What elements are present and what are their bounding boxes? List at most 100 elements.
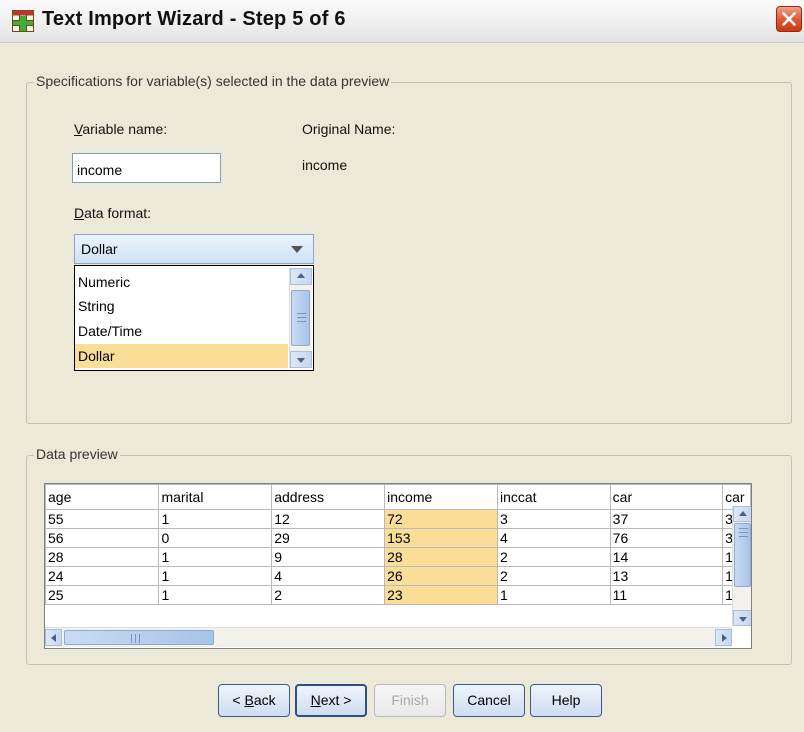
- table-cell[interactable]: 4: [496, 528, 611, 548]
- preview-horizontal-scrollbar[interactable]: [45, 627, 732, 647]
- scroll-up-button[interactable]: [290, 268, 312, 285]
- arrow-down-icon: [297, 358, 305, 363]
- data-preview-table: age marital address income inccat car ca…: [45, 484, 751, 605]
- scroll-down-button[interactable]: [733, 610, 751, 626]
- column-header[interactable]: age: [45, 484, 160, 510]
- cancel-button[interactable]: Cancel: [453, 684, 525, 717]
- column-header[interactable]: income: [384, 484, 498, 510]
- preview-vscroll-thumb[interactable]: [734, 523, 751, 587]
- table-cell[interactable]: 14: [609, 547, 724, 567]
- close-icon: [782, 12, 796, 26]
- table-cell[interactable]: 11: [609, 585, 724, 605]
- dropdown-scroll-thumb[interactable]: [291, 290, 310, 346]
- table-cell[interactable]: 12: [271, 509, 386, 529]
- close-button[interactable]: [776, 6, 802, 32]
- data-format-option-dollar[interactable]: Dollar: [75, 344, 288, 368]
- table-cell[interactable]: 2: [496, 566, 611, 586]
- grip-line: [739, 532, 748, 533]
- table-cell-selected[interactable]: 26: [384, 566, 498, 586]
- finish-button: Finish: [374, 684, 446, 717]
- preview-vertical-scrollbar[interactable]: [732, 506, 751, 626]
- next-button-label: ext >: [320, 692, 352, 708]
- table-row: 56 0 29 153 4 76 3: [45, 528, 751, 548]
- grip-icon: [739, 528, 748, 529]
- table-cell[interactable]: 1: [158, 547, 273, 567]
- grip-line: [297, 321, 306, 322]
- grip-line: [135, 634, 136, 643]
- table-cell[interactable]: 56: [45, 528, 160, 548]
- original-name-value: income: [302, 157, 348, 173]
- variable-name-label-text: ariable name:: [82, 121, 168, 137]
- table-cell[interactable]: 3: [496, 509, 611, 529]
- table-cell[interactable]: 37: [609, 509, 724, 529]
- scroll-left-button[interactable]: [45, 629, 62, 646]
- table-cell[interactable]: 9: [271, 547, 386, 567]
- next-button[interactable]: Next >: [295, 684, 367, 717]
- table-cell[interactable]: 0: [158, 528, 273, 548]
- table-cell[interactable]: 2: [496, 547, 611, 567]
- table-row: 28 1 9 28 2 14 1: [45, 547, 751, 567]
- data-format-dropdown-list: Numeric String Date/Time Dollar: [74, 265, 314, 371]
- table-cell[interactable]: 28: [45, 547, 160, 567]
- scroll-down-button[interactable]: [290, 351, 312, 368]
- table-cell[interactable]: 1: [158, 566, 273, 586]
- data-format-label-text: ata format:: [84, 205, 152, 221]
- column-header[interactable]: marital: [158, 484, 273, 510]
- table-cell[interactable]: 4: [271, 566, 386, 586]
- back-button[interactable]: < Back: [218, 684, 290, 717]
- table-row: 55 1 12 72 3 37 3: [45, 509, 751, 529]
- back-button-prefix: <: [232, 692, 245, 708]
- table-row: 24 1 4 26 2 13 1: [45, 566, 751, 586]
- data-format-select[interactable]: Dollar: [74, 234, 314, 264]
- scroll-up-button[interactable]: [733, 506, 751, 522]
- data-format-label: Data format:: [74, 205, 151, 221]
- table-cell[interactable]: 1: [158, 585, 273, 605]
- arrow-right-icon: [722, 634, 727, 642]
- table-cell[interactable]: 25: [45, 585, 160, 605]
- data-preview-grid: age marital address income inccat car ca…: [44, 483, 752, 649]
- table-cell-selected[interactable]: 72: [384, 509, 498, 529]
- grip-line: [139, 634, 140, 643]
- table-row: 25 1 2 23 1 11 1: [45, 585, 751, 605]
- data-format-option-string[interactable]: String: [75, 294, 288, 318]
- grip-icon: [131, 634, 132, 643]
- spreadsheet-icon: [12, 10, 34, 32]
- table-header-row: age marital address income inccat car ca…: [45, 484, 751, 510]
- column-header[interactable]: inccat: [496, 484, 611, 510]
- data-format-option-numeric[interactable]: Numeric: [75, 270, 288, 294]
- arrow-up-icon: [297, 273, 305, 278]
- dropdown-scrollbar[interactable]: [289, 268, 312, 368]
- help-button[interactable]: Help: [530, 684, 602, 717]
- table-cell[interactable]: 24: [45, 566, 160, 586]
- back-button-label: ack: [253, 692, 276, 708]
- title-bar[interactable]: Text Import Wizard - Step 5 of 6: [0, 0, 804, 43]
- column-header[interactable]: address: [271, 484, 386, 510]
- data-format-option-datetime[interactable]: Date/Time: [75, 319, 288, 343]
- table-cell[interactable]: 2: [271, 585, 386, 605]
- variable-name-input[interactable]: [72, 153, 221, 183]
- original-name-label: Original Name:: [302, 121, 396, 137]
- next-button-accel: N: [310, 692, 321, 708]
- grip-icon: [297, 313, 306, 314]
- arrow-down-icon: [738, 617, 747, 622]
- data-preview-legend: Data preview: [34, 446, 120, 462]
- table-cell-selected[interactable]: 153: [384, 528, 498, 548]
- table-cell-selected[interactable]: 23: [384, 585, 498, 605]
- chevron-down-icon: [291, 246, 303, 253]
- specifications-legend: Specifications for variable(s) selected …: [34, 73, 392, 89]
- table-cell[interactable]: 55: [45, 509, 160, 529]
- table-cell[interactable]: 1: [496, 585, 611, 605]
- table-cell-selected[interactable]: 28: [384, 547, 498, 567]
- window-title: Text Import Wizard - Step 5 of 6: [42, 8, 346, 30]
- preview-hscroll-thumb[interactable]: [64, 630, 214, 645]
- table-cell[interactable]: 76: [609, 528, 724, 548]
- data-format-accel: D: [74, 205, 85, 221]
- grip-line: [297, 317, 306, 318]
- arrow-left-icon: [51, 634, 56, 642]
- data-format-selected-value: Dollar: [81, 241, 118, 257]
- column-header[interactable]: car: [609, 484, 724, 510]
- table-cell[interactable]: 13: [609, 566, 724, 586]
- table-cell[interactable]: 29: [271, 528, 386, 548]
- scroll-right-button[interactable]: [715, 629, 732, 646]
- table-cell[interactable]: 1: [158, 509, 273, 529]
